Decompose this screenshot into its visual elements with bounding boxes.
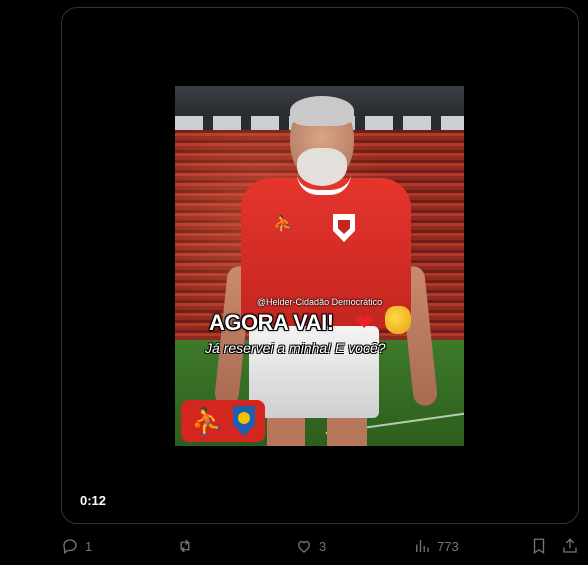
bookmark-button[interactable] bbox=[530, 530, 548, 562]
bookmark-icon bbox=[533, 538, 545, 555]
video-duration: 0:12 bbox=[80, 493, 107, 508]
repost-button[interactable] bbox=[176, 530, 200, 562]
like-button[interactable]: 3 bbox=[295, 530, 326, 562]
views-button[interactable]: 773 bbox=[413, 530, 459, 562]
jumpman-logo-icon: ⛹ bbox=[273, 216, 293, 233]
player-legs bbox=[267, 416, 367, 446]
heart-icon: ❤ bbox=[355, 310, 374, 335]
like-count: 3 bbox=[319, 538, 327, 554]
jumpman-badge-icon: ⛹ bbox=[191, 406, 224, 436]
share-button[interactable] bbox=[561, 530, 579, 562]
video-thumbnail[interactable]: ⛹ @Helder-Cidadão Democrático AGORA VAI!… bbox=[175, 86, 464, 446]
subline-text: Já reservei a minha! E você? bbox=[205, 340, 386, 356]
repost-icon bbox=[180, 539, 190, 553]
views-count: 773 bbox=[437, 538, 459, 554]
like-icon bbox=[298, 540, 310, 553]
tweet-media-card[interactable]: ⛹ @Helder-Cidadão Democrático AGORA VAI!… bbox=[61, 7, 579, 524]
reply-button[interactable]: 1 bbox=[61, 530, 92, 562]
headline-text: AGORA VAI! bbox=[209, 310, 334, 335]
fist-emoji-icon bbox=[385, 306, 411, 334]
player-hair bbox=[290, 96, 354, 126]
views-icon bbox=[416, 540, 429, 552]
reply-count: 1 bbox=[85, 538, 93, 554]
cbf-badge-inner bbox=[238, 412, 250, 424]
player-beard bbox=[297, 148, 347, 186]
share-icon bbox=[563, 538, 577, 553]
watermark-text: @Helder-Cidadão Democrático bbox=[256, 297, 383, 307]
reply-icon bbox=[63, 539, 77, 555]
tweet-action-bar: 1 3 773 bbox=[0, 530, 588, 562]
